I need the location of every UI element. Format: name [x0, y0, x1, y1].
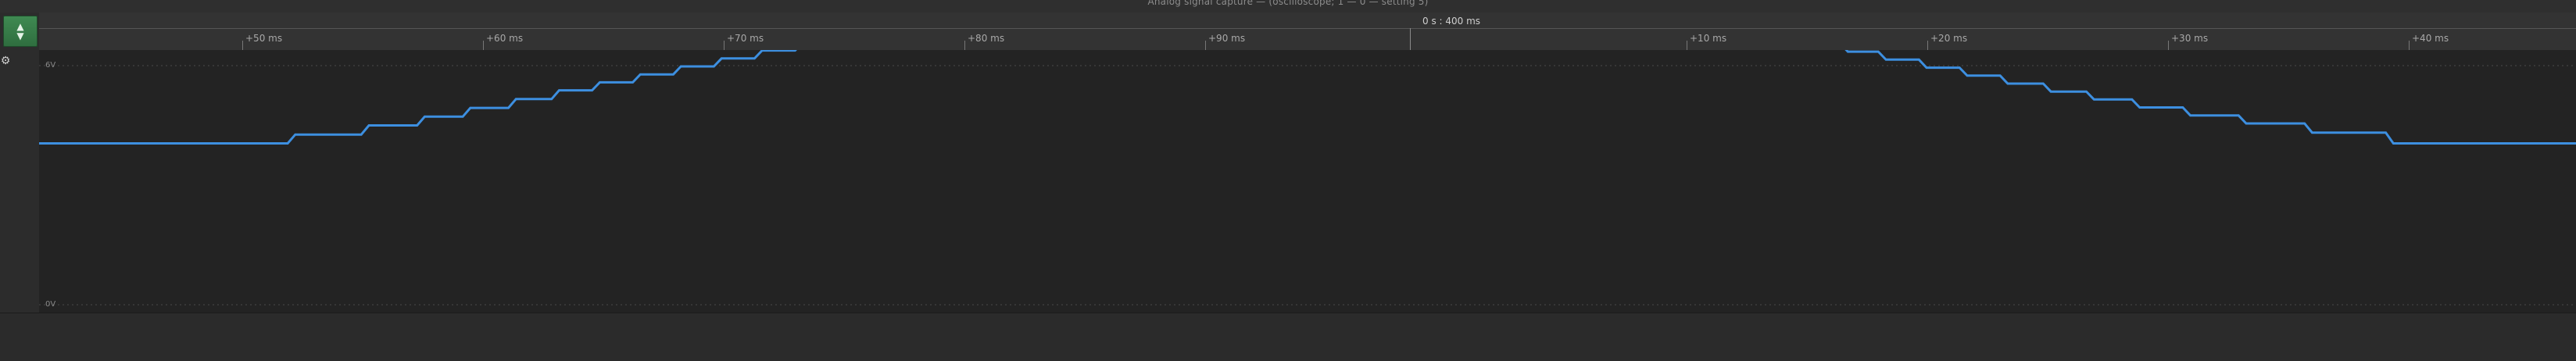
- signal-point: [1885, 59, 1887, 60]
- signal-point: [551, 98, 553, 100]
- waveform-svg: [39, 50, 2576, 306]
- ruler-cursor-row: 0 s : 400 ms: [39, 13, 2576, 28]
- signal-point: [2042, 83, 2044, 84]
- ruler-tick: [1927, 41, 1928, 50]
- cursor-time-label: 0 s : 400 ms: [1422, 16, 1481, 27]
- signal-point: [515, 98, 517, 100]
- signal-point: [2385, 132, 2387, 134]
- signal-point: [2392, 142, 2394, 145]
- signal-point: [2238, 115, 2239, 116]
- signal-point: [794, 50, 796, 52]
- ruler-tick: [2168, 41, 2169, 50]
- cursor-marker[interactable]: [1410, 28, 1411, 50]
- signal-point: [632, 81, 634, 83]
- channel-column: ▲ ▼ ⚙: [0, 13, 41, 313]
- ruler-tick: [483, 41, 484, 50]
- waveform-plot[interactable]: 6V 0V: [39, 50, 2576, 313]
- signal-point: [558, 90, 560, 91]
- ruler-tick-label: +30 ms: [2171, 33, 2209, 44]
- channel-scroll-button[interactable]: ▲ ▼: [3, 16, 38, 47]
- signal-point: [761, 50, 763, 52]
- signal-point: [2139, 106, 2141, 109]
- signal-point: [1959, 67, 1960, 69]
- signal-point: [424, 116, 425, 117]
- ruler-tick-label: +60 ms: [486, 33, 524, 44]
- signal-point: [1999, 75, 2001, 77]
- ruler-tick-label: +80 ms: [968, 33, 1005, 44]
- signal-trace: [39, 50, 2576, 145]
- ruler-tick-label: +40 ms: [2412, 33, 2449, 44]
- window-title-bar: Analog signal capture — (oscilloscope; 1…: [0, 0, 2576, 13]
- time-ruler[interactable]: 0 s : 400 ms +50 ms +60 ms +70 ms +80 ms +90…: [39, 13, 2576, 51]
- signal-point: [721, 58, 722, 59]
- signal-point: [753, 58, 756, 59]
- signal-point: [360, 134, 362, 135]
- ruler-tick-label: +70 ms: [727, 33, 764, 44]
- signal-point: [2182, 106, 2184, 109]
- ruler-tick-label: +10 ms: [1690, 33, 1727, 44]
- signal-point: [639, 73, 641, 75]
- signal-point: [1926, 67, 1927, 69]
- top-level-label: 6V: [45, 61, 56, 70]
- signal-point: [2311, 132, 2313, 134]
- signal-point: [2190, 115, 2191, 116]
- ruler-divider: [39, 28, 2576, 29]
- signal-point: [2093, 98, 2095, 100]
- signal-point: [2007, 83, 2009, 84]
- signal-point: [507, 107, 510, 109]
- chevron-down-icon[interactable]: ▼: [16, 31, 23, 41]
- signal-point: [2085, 91, 2088, 92]
- ruler-tick-label: +90 ms: [1208, 33, 1246, 44]
- window-title: Analog signal capture — (oscilloscope; 1…: [1147, 0, 1429, 7]
- gear-icon[interactable]: ⚙: [0, 55, 11, 67]
- ruler-tick-label: +50 ms: [245, 33, 283, 44]
- bottom-level-label: 0V: [45, 300, 56, 309]
- signal-point: [2050, 91, 2052, 92]
- ruler-tick: [2409, 41, 2410, 50]
- signal-point: [368, 124, 370, 127]
- signal-point: [672, 73, 674, 75]
- signal-point: [2131, 98, 2133, 100]
- ruler-tick: [1205, 41, 1206, 50]
- empty-panel-area: [0, 313, 2576, 361]
- ruler-tick: [964, 41, 965, 50]
- signal-point: [1966, 75, 1968, 77]
- ruler-tick-label: +20 ms: [1930, 33, 1968, 44]
- signal-point: [599, 81, 601, 83]
- ruler-tick: [242, 41, 243, 50]
